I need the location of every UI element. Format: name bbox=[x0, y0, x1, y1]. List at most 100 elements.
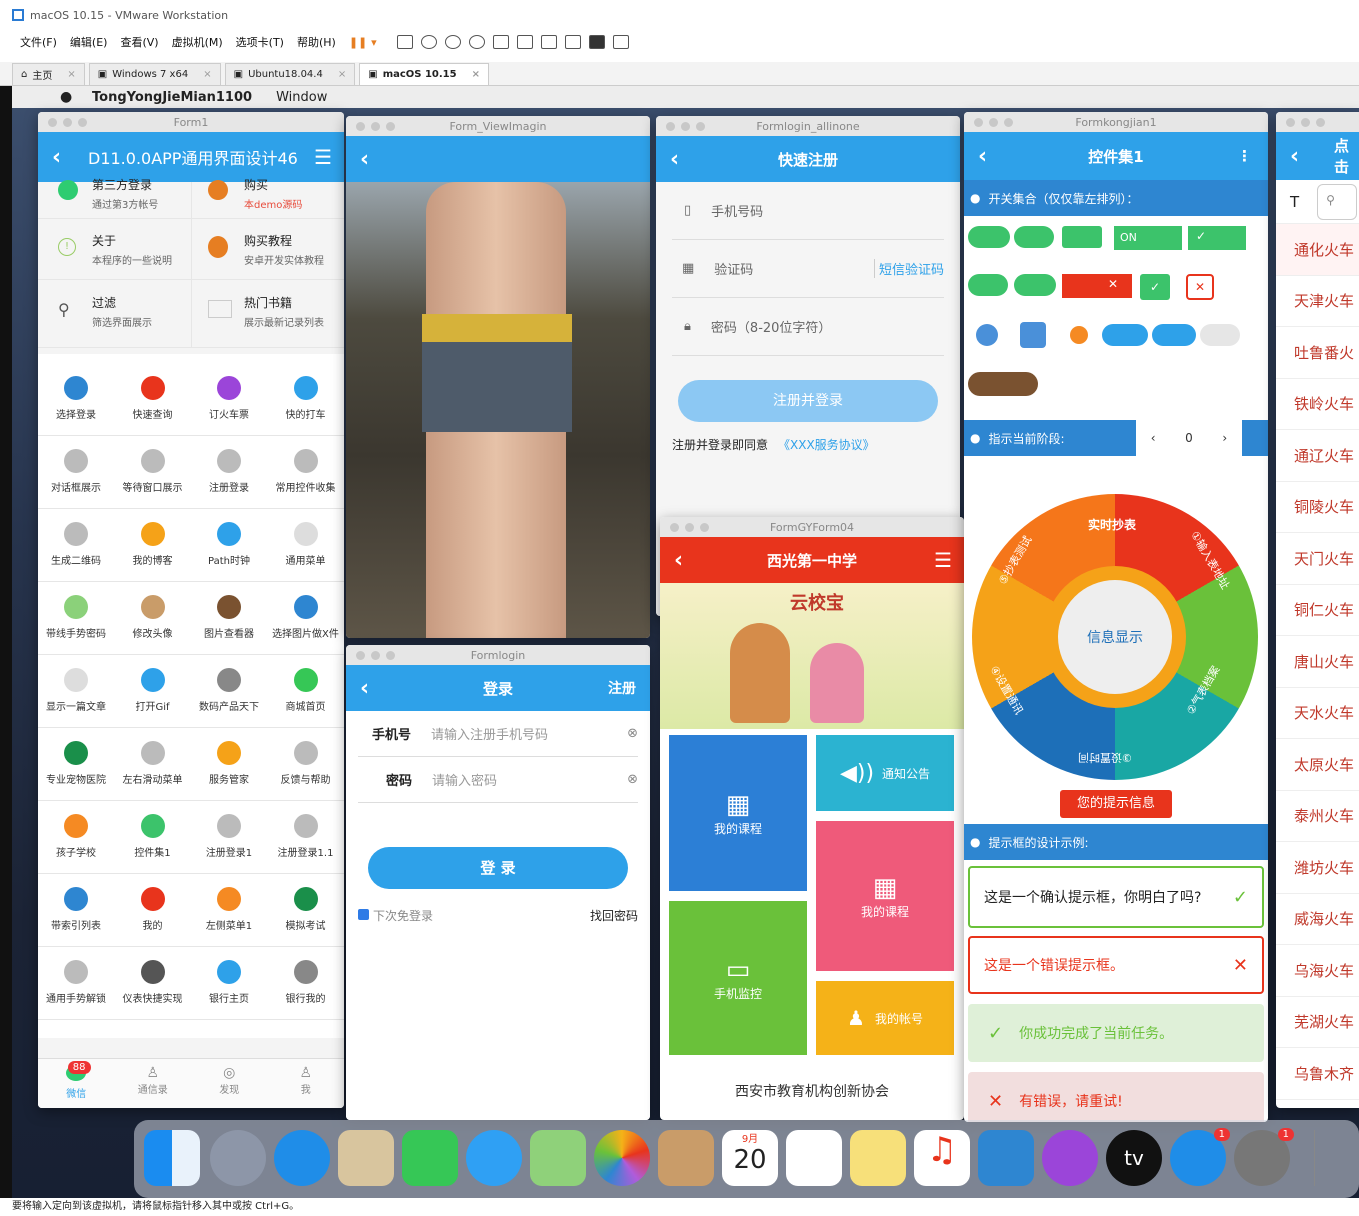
reminders-icon[interactable] bbox=[786, 1130, 842, 1186]
retry-alert[interactable]: ✕ 有错误，请重试! bbox=[968, 1072, 1264, 1122]
revert-icon[interactable] bbox=[444, 35, 461, 49]
back-icon[interactable]: ‹ bbox=[52, 145, 61, 170]
traffic-lights[interactable] bbox=[356, 122, 395, 131]
pause-icon[interactable]: ❚❚ ▾ bbox=[349, 36, 377, 49]
grid-item[interactable]: 服务管家 bbox=[191, 727, 267, 800]
phone-field[interactable]: ▯ 手机号码 bbox=[672, 182, 944, 240]
traffic-lights[interactable] bbox=[1286, 118, 1325, 127]
grid-item[interactable]: 通用手势解锁 bbox=[38, 946, 114, 1019]
finder-icon[interactable] bbox=[144, 1130, 200, 1186]
phone-field[interactable]: 手机号 请输入注册手机号码 ⊗ bbox=[358, 711, 638, 757]
grid-item[interactable]: 对话框展示 bbox=[38, 435, 114, 508]
contacts-icon[interactable] bbox=[658, 1130, 714, 1186]
send-keys-icon[interactable] bbox=[396, 35, 413, 49]
xcode-icon[interactable] bbox=[978, 1130, 1034, 1186]
train-item[interactable]: 太原火车 bbox=[1276, 739, 1359, 791]
decrement-button[interactable]: ‹ bbox=[1151, 431, 1156, 445]
traffic-lights[interactable] bbox=[356, 651, 395, 660]
music-icon[interactable]: ♫ bbox=[914, 1130, 970, 1186]
sms-code-button[interactable]: 短信验证码 bbox=[873, 259, 944, 278]
forgot-password-link[interactable]: 找回密码 bbox=[590, 907, 638, 924]
grid-item[interactable]: 银行我的 bbox=[268, 946, 344, 1019]
grid-item[interactable]: 带索引列表 bbox=[38, 873, 114, 946]
grid-item[interactable]: 左右滑动菜单 bbox=[115, 727, 191, 800]
thumbnail-icon[interactable] bbox=[516, 35, 533, 49]
tab-ubuntu[interactable]: ▣ Ubuntu18.04.4 × bbox=[224, 63, 356, 85]
notes-icon[interactable] bbox=[850, 1130, 906, 1186]
close-icon[interactable]: × bbox=[472, 69, 480, 80]
menu-icon[interactable]: ☰ bbox=[934, 548, 952, 572]
error-alert[interactable]: 这是一个错误提示框。 ✕ bbox=[968, 936, 1264, 994]
tab-windows7[interactable]: ▣ Windows 7 x64 × bbox=[88, 63, 221, 85]
appstore-icon[interactable]: 1 bbox=[1170, 1128, 1230, 1186]
toggle-switch[interactable] bbox=[1014, 226, 1054, 248]
train-item[interactable]: 芜湖火车 bbox=[1276, 997, 1359, 1048]
clear-icon[interactable]: ⊗ bbox=[627, 726, 638, 741]
grid-item[interactable]: 常用控件收集 bbox=[268, 435, 344, 508]
back-icon[interactable]: ‹ bbox=[674, 548, 683, 573]
grid-item[interactable]: 注册登录1.1 bbox=[268, 800, 344, 873]
grid-item[interactable]: 我的 bbox=[115, 873, 191, 946]
grid-item[interactable]: 修改头像 bbox=[115, 581, 191, 654]
menu-icon[interactable]: ☰ bbox=[314, 145, 332, 169]
grid-item[interactable]: 等待窗口展示 bbox=[115, 435, 191, 508]
console-icon[interactable] bbox=[588, 35, 605, 49]
back-icon[interactable]: ‹ bbox=[360, 676, 369, 701]
login-button[interactable]: 登 录 bbox=[368, 847, 628, 889]
appletv-icon[interactable]: tv bbox=[1106, 1130, 1162, 1186]
grid-item[interactable]: 反馈与帮助 bbox=[268, 727, 344, 800]
tab-home[interactable]: ⌂ 主页 × bbox=[12, 63, 85, 85]
grid-item[interactable]: 孩子学校 bbox=[38, 800, 114, 873]
grid-item[interactable]: 图片查看器 bbox=[191, 581, 267, 654]
list-item[interactable]: 第三方登录 通过第3方帐号 bbox=[58, 178, 188, 218]
check-switch[interactable]: ✓ bbox=[1188, 226, 1246, 250]
toggle-switch[interactable] bbox=[1152, 324, 1196, 346]
stepper[interactable]: ‹ 0 › bbox=[1136, 420, 1242, 456]
grid-item[interactable]: 仪表快捷实现 bbox=[115, 946, 191, 1019]
back-icon[interactable]: ‹ bbox=[360, 147, 369, 172]
train-item[interactable]: 天水火车 bbox=[1276, 688, 1359, 739]
train-item[interactable]: 铁岭火车 bbox=[1276, 379, 1359, 430]
x-box[interactable]: ✕ bbox=[1186, 274, 1214, 300]
grid-item[interactable]: 左侧菜单1 bbox=[191, 873, 267, 946]
list-item[interactable]: 热门书籍 展示最新记录列表 bbox=[208, 294, 344, 344]
more-icon[interactable]: ⋮ bbox=[1237, 147, 1252, 165]
toggle-switch[interactable] bbox=[1200, 324, 1240, 346]
confirm-alert[interactable]: 这是一个确认提示框，你明白了吗? ✓ bbox=[968, 866, 1264, 928]
menu-vm[interactable]: 虚拟机(M) bbox=[172, 34, 223, 50]
tab-discover[interactable]: ◎ 发现 bbox=[191, 1059, 268, 1108]
success-alert[interactable]: ✓ 你成功完成了当前任务。 bbox=[968, 1004, 1264, 1062]
train-item[interactable]: 铜仁火车 bbox=[1276, 585, 1359, 636]
facetime-icon[interactable] bbox=[402, 1130, 458, 1186]
check-radio[interactable] bbox=[1070, 326, 1088, 344]
back-icon[interactable]: ‹ bbox=[978, 144, 987, 169]
grid-item[interactable]: 带线手势密码 bbox=[38, 581, 114, 654]
toggle-switch[interactable] bbox=[1062, 226, 1102, 248]
register-link[interactable]: 注册 bbox=[608, 678, 636, 698]
grid-item[interactable]: 选择登录 bbox=[38, 362, 114, 435]
tile-my-course[interactable]: ▦ 我的课程 bbox=[669, 735, 807, 891]
train-item[interactable]: 潍坊火车 bbox=[1276, 842, 1359, 894]
train-item[interactable]: 威海火车 bbox=[1276, 894, 1359, 945]
grid-item[interactable]: 通用菜单 bbox=[268, 508, 344, 581]
tab-wechat[interactable]: 88 微信 bbox=[38, 1059, 115, 1108]
grid-item[interactable]: 我的博客 bbox=[115, 508, 191, 581]
menu-view[interactable]: 查看(V) bbox=[120, 34, 158, 50]
calendar-icon[interactable]: 9月 20 bbox=[722, 1130, 778, 1186]
check-box[interactable]: ✓ bbox=[1140, 274, 1170, 300]
close-icon[interactable]: × bbox=[203, 69, 211, 80]
square-button[interactable] bbox=[1020, 322, 1046, 348]
tab-macos[interactable]: ▣ macOS 10.15 × bbox=[359, 63, 489, 85]
tab-me[interactable]: ♙ 我 bbox=[268, 1059, 345, 1108]
menu-file[interactable]: 文件(F) bbox=[20, 34, 57, 50]
grid-item[interactable]: 专业宠物医院 bbox=[38, 727, 114, 800]
photos-icon[interactable] bbox=[594, 1130, 650, 1186]
back-icon[interactable]: ‹ bbox=[1290, 144, 1299, 169]
close-icon[interactable]: × bbox=[338, 69, 346, 80]
train-item[interactable]: 吐鲁番火 bbox=[1276, 327, 1359, 379]
on-switch[interactable]: ON bbox=[1114, 226, 1182, 250]
grid-item[interactable]: Path时钟 bbox=[191, 508, 267, 581]
remember-checkbox[interactable]: 下次免登录 bbox=[358, 907, 433, 924]
search-input[interactable]: ⚲ bbox=[1317, 183, 1358, 220]
fullscreen-icon[interactable] bbox=[540, 35, 557, 49]
